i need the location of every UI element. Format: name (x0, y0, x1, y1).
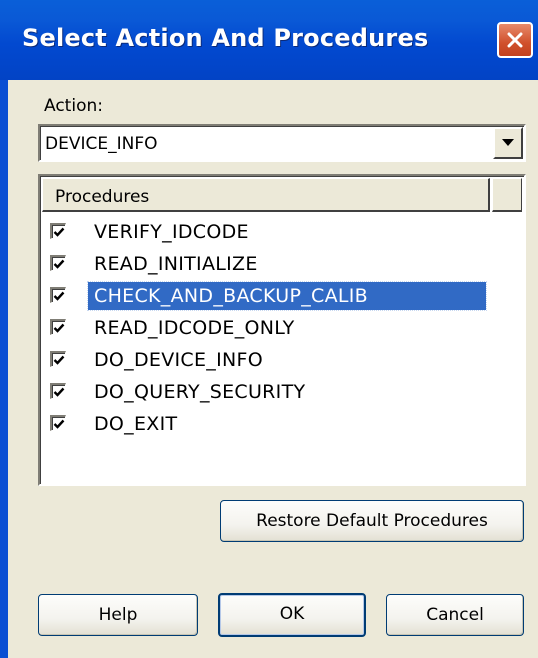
procedure-label: CHECK_AND_BACKUP_CALIB (87, 281, 487, 311)
list-item[interactable]: CHECK_AND_BACKUP_CALIB (48, 281, 488, 311)
cancel-button[interactable]: Cancel (386, 594, 524, 636)
title-bar[interactable]: Select Action And Procedures (0, 0, 538, 80)
checkmark-icon (53, 387, 65, 397)
dialog-window: Select Action And Procedures Action: DEV… (0, 0, 538, 658)
procedure-label: VERIFY_IDCODE (94, 221, 249, 243)
checkmark-icon (53, 227, 65, 237)
checkmark-icon (53, 323, 65, 333)
procedure-checkbox[interactable] (50, 287, 66, 303)
procedure-label: DO_EXIT (94, 413, 178, 435)
procedure-label: READ_INITIALIZE (94, 253, 258, 275)
chevron-down-icon (502, 139, 514, 146)
procedures-list[interactable]: Procedures VERIFY_IDCODE READ_INITIALIZE C… (38, 174, 526, 486)
list-item[interactable]: DO_QUERY_SECURITY (48, 378, 488, 406)
procedures-header-label: Procedures (55, 187, 150, 207)
checkmark-icon (53, 419, 65, 429)
procedures-column-header[interactable]: Procedures (42, 178, 490, 212)
dialog-title: Select Action And Procedures (22, 24, 429, 52)
procedure-label: DO_QUERY_SECURITY (94, 381, 306, 403)
list-item[interactable]: READ_IDCODE_ONLY (48, 314, 488, 342)
checkmark-icon (53, 355, 65, 365)
procedure-checkbox[interactable] (50, 351, 66, 367)
procedure-label: DO_DEVICE_INFO (94, 349, 263, 371)
list-item[interactable]: DO_DEVICE_INFO (48, 346, 488, 374)
dropdown-button[interactable] (493, 127, 523, 159)
window-frame (0, 80, 8, 658)
procedure-checkbox[interactable] (50, 223, 66, 239)
action-label: Action: (44, 96, 103, 116)
checkmark-icon (53, 291, 65, 301)
action-dropdown[interactable]: DEVICE_INFO (38, 124, 526, 162)
procedure-checkbox[interactable] (50, 255, 66, 271)
column-header-filler (492, 178, 522, 212)
close-icon (507, 32, 523, 48)
list-item[interactable]: VERIFY_IDCODE (48, 218, 488, 246)
ok-button[interactable]: OK (218, 593, 366, 637)
list-item[interactable]: DO_EXIT (48, 410, 488, 438)
procedure-checkbox[interactable] (50, 319, 66, 335)
help-button[interactable]: Help (38, 594, 198, 636)
procedure-checkbox[interactable] (50, 415, 66, 431)
procedure-label: READ_IDCODE_ONLY (94, 317, 295, 339)
action-value: DEVICE_INFO (45, 134, 158, 154)
close-button[interactable] (497, 22, 533, 58)
checkmark-icon (53, 259, 65, 269)
restore-default-procedures-button[interactable]: Restore Default Procedures (220, 500, 524, 542)
procedure-checkbox[interactable] (50, 383, 66, 399)
list-item[interactable]: READ_INITIALIZE (48, 250, 488, 278)
